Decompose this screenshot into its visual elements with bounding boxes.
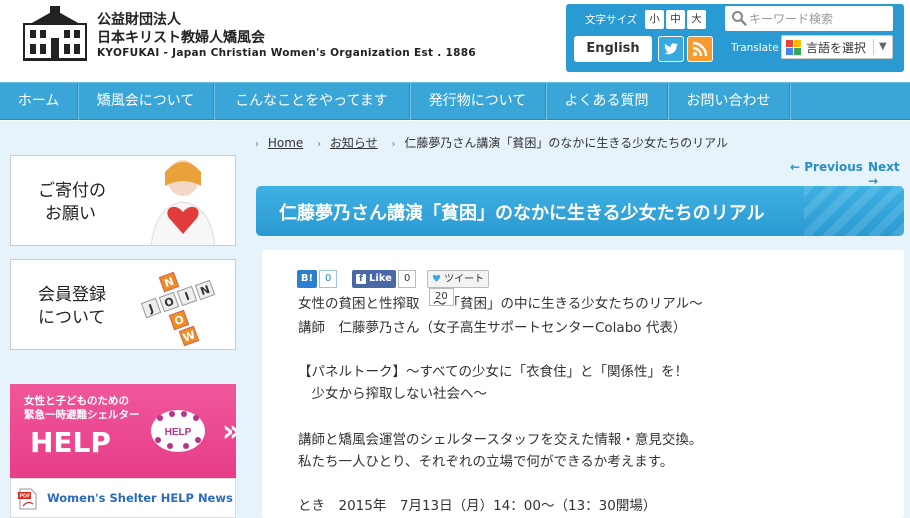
title-stripe-decoration — [804, 186, 904, 236]
join-now-blocks-image: J O I N N O W — [131, 271, 221, 347]
org-type: 公益財団法人 — [97, 12, 181, 28]
pdf-icon: PDF — [18, 488, 37, 510]
language-select-value: 言語を選択 — [806, 41, 867, 55]
member-text-line1: 会員登録 — [38, 285, 106, 305]
hatena-count: 0 — [319, 270, 338, 288]
nav-item-home[interactable]: ホーム — [0, 83, 78, 120]
nav-item-about[interactable]: 矯風会について — [78, 83, 214, 120]
org-name[interactable]: 日本キリスト教婦人矯風会 — [97, 27, 265, 47]
utility-panel: 文字サイズ 小 中 大 English Translate — [566, 4, 904, 72]
member-text-line2: について — [38, 308, 106, 328]
article-line: とき 2015年 7月13日（月）14：00～（13：30開場） — [298, 498, 657, 514]
search-icon[interactable] — [731, 10, 747, 26]
kyofukai-logo-icon[interactable] — [22, 6, 88, 62]
org-english-name: KYOFUKAI - Japan Christian Women's Organ… — [97, 47, 476, 59]
donation-text-line2: お願い — [45, 204, 96, 224]
breadcrumb-separator-icon: › — [255, 139, 259, 150]
join-block: N — [194, 279, 216, 301]
donation-text-line1: ご寄付の — [38, 181, 106, 201]
breadcrumb-current: 仁藤夢乃さん講演「貧困」のなかに生きる少女たちのリアル — [404, 136, 728, 150]
svg-text:PDF: PDF — [20, 494, 32, 500]
font-size-medium-button[interactable]: 中 — [666, 10, 685, 29]
hatena-label: B! — [297, 270, 317, 288]
now-block: N — [158, 271, 180, 293]
breadcrumb-separator-icon: › — [317, 139, 322, 150]
help-news-title: Women's Shelter HELP News — [47, 491, 233, 505]
article-line: 女性の貧困と性搾取 ～「貧困」の中に生きる少女たちのリアル～ — [298, 296, 703, 312]
woman-with-heart-image — [150, 160, 216, 245]
font-size-large-button[interactable]: 大 — [687, 10, 706, 29]
article-line: 【パネルトーク】～すべての少女に「衣食住」と「関係性」を！ — [298, 364, 689, 380]
join-block: O — [158, 291, 180, 313]
nav-item-contact[interactable]: お問い合わせ — [668, 83, 790, 120]
language-select[interactable]: 言語を選択 ▼ — [781, 35, 893, 59]
rss-button[interactable] — [687, 36, 713, 62]
english-button[interactable]: English — [574, 36, 652, 62]
nav-item-activities[interactable]: こんなことをやってます — [214, 83, 410, 120]
search-box — [725, 6, 893, 31]
help-news-link[interactable]: PDF Women's Shelter HELP News — [10, 478, 236, 518]
article-line: 私たち一人ひとり、それぞれの立場で何ができるか考えます。 — [298, 454, 674, 470]
previous-post-link[interactable]: ← Previous — [790, 160, 863, 174]
facebook-like-button[interactable]: f Like 0 — [352, 270, 422, 288]
member-registration-banner[interactable]: 会員登録 について J O I N N O W — [10, 259, 236, 350]
font-size-small-button[interactable]: 小 — [645, 10, 664, 29]
breadcrumb-separator-icon: › — [391, 139, 396, 150]
breadcrumb: › Home › お知らせ › 仁藤夢乃さん講演「貧困」のなかに生きる少女たちの… — [255, 134, 728, 151]
nav-item-faq[interactable]: よくある質問 — [546, 83, 668, 120]
article-title: 仁藤夢乃さん講演「貧困」のなかに生きる少女たちのリアル — [279, 203, 765, 224]
article-line: 少女から搾取しない社会へ～ — [298, 386, 487, 402]
help-logo-icon: HELP — [151, 410, 205, 452]
help-banner-title: HELP — [30, 426, 111, 459]
main-nav: ホーム 矯風会について こんなことをやってます 発行物について よくある質問 お… — [0, 82, 910, 120]
twitter-icon — [664, 43, 678, 55]
article-line: 講師と矯風会運営のシェルタースタッフを交えた情報・意見交換。 — [298, 432, 703, 448]
article-title-bar: 仁藤夢乃さん講演「貧困」のなかに生きる少女たちのリアル — [256, 186, 904, 236]
hatena-bookmark-button[interactable]: B! 0 — [297, 270, 343, 288]
facebook-icon: f — [356, 274, 366, 284]
twitter-bird-icon: ♥ — [432, 274, 441, 285]
help-caption-line1: 女性と子どものための — [24, 395, 129, 407]
font-size-label: 文字サイズ — [585, 14, 638, 26]
site-header: 公益財団法人 日本キリスト教婦人矯風会 KYOFUKAI - Japan Chr… — [0, 0, 910, 82]
help-logo-text: HELP — [165, 427, 192, 438]
search-input[interactable] — [749, 8, 889, 29]
google-translate-icon — [786, 40, 801, 55]
join-block: I — [176, 285, 198, 307]
chevron-right-icon: » — [222, 414, 236, 449]
tweet-label: ツイート — [444, 274, 485, 285]
rss-icon — [692, 41, 708, 57]
now-block: W — [178, 325, 200, 347]
join-block: J — [140, 297, 162, 319]
article-line: 講師 仁藤夢乃さん（女子高生サポートセンターColabo 代表） — [298, 320, 687, 336]
facebook-like-box: f Like — [352, 270, 396, 288]
breadcrumb-home-link[interactable]: Home — [268, 136, 303, 150]
facebook-like-count: 0 — [397, 270, 417, 288]
translate-label: Translate — [731, 42, 779, 54]
nav-item-publications[interactable]: 発行物について — [410, 83, 546, 120]
tweet-button[interactable]: ♥ ツイート20 — [427, 270, 513, 306]
donation-banner[interactable]: ご寄付の お願い — [10, 155, 236, 246]
breadcrumb-news-link[interactable]: お知らせ — [330, 136, 378, 150]
help-caption-line2: 緊急一時避難シェルター — [24, 409, 140, 421]
tweet-box: ♥ ツイート — [427, 270, 490, 288]
help-shelter-banner[interactable]: 女性と子どものための 緊急一時避難シェルター HELP HELP » — [10, 384, 236, 478]
twitter-button[interactable] — [658, 36, 684, 62]
facebook-like-label: Like — [369, 273, 392, 284]
next-post-link[interactable]: Next → — [868, 160, 910, 188]
chevron-down-icon: ▼ — [873, 39, 887, 55]
help-banner-caption: 女性と子どものための 緊急一時避難シェルター — [24, 394, 140, 422]
